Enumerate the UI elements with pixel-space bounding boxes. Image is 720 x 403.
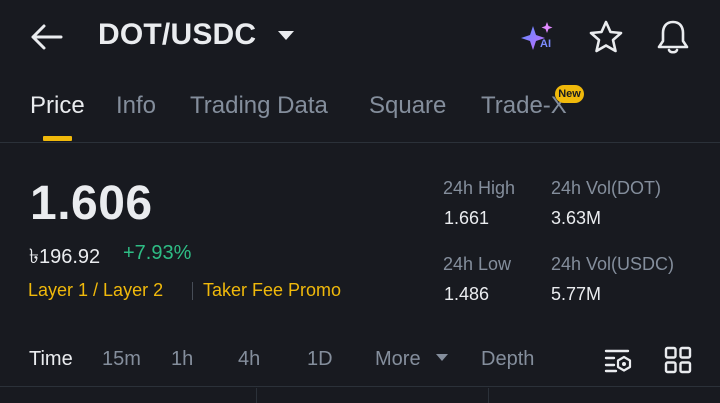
high-label: 24h High [443, 178, 516, 198]
price-change-percent: +7.93% [123, 242, 192, 264]
trading-pair-title[interactable]: DOT/USDC [98, 18, 256, 52]
indicator-settings-icon[interactable] [604, 346, 634, 374]
vol-quote-value: 5.77M [551, 284, 602, 304]
low-value: 1.486 [444, 284, 490, 304]
tab-15m[interactable]: 15m [102, 348, 141, 371]
grid-layout-icon[interactable] [664, 346, 692, 374]
tag-fee-promo[interactable]: Taker Fee Promo [203, 280, 341, 301]
chart-column-divider [488, 388, 489, 403]
ai-label: AI [540, 38, 551, 50]
tab-depth[interactable]: Depth [481, 348, 534, 371]
vol-quote-label: 24h Vol(USDC) [551, 254, 675, 274]
low-label: 24h Low [443, 254, 512, 274]
back-arrow-icon[interactable] [30, 22, 64, 52]
tab-trade-x[interactable]: Trade-X [481, 92, 567, 120]
high-value: 1.661 [444, 208, 490, 228]
tab-1d[interactable]: 1D [307, 348, 333, 371]
bell-icon[interactable] [654, 18, 692, 56]
tab-4h[interactable]: 4h [238, 348, 260, 371]
detail-tabs: Price Info Trading Data Square Trade-X [0, 80, 720, 142]
star-icon[interactable] [588, 19, 624, 55]
tab-1h[interactable]: 1h [171, 348, 193, 371]
tab-square[interactable]: Square [369, 92, 446, 120]
tab-price[interactable]: Price [30, 92, 85, 120]
more-caret-icon[interactable] [436, 354, 448, 361]
header: DOT/USDC AI [0, 0, 720, 76]
caret-down-icon[interactable] [278, 31, 294, 40]
active-tab-indicator [43, 136, 72, 141]
new-badge: New [555, 85, 584, 103]
chart-column-divider [256, 388, 257, 403]
chart-top-border [0, 386, 720, 387]
tag-separator [192, 282, 193, 300]
vol-base-label: 24h Vol(DOT) [551, 178, 662, 198]
tag-layer[interactable]: Layer 1 / Layer 2 [28, 280, 163, 301]
divider [0, 142, 720, 143]
fiat-price: ৳196.92 [29, 246, 101, 268]
vol-base-value: 3.63M [551, 208, 602, 228]
tab-time[interactable]: Time [29, 348, 73, 371]
tab-more[interactable]: More [375, 348, 421, 371]
tab-trading-data[interactable]: Trading Data [190, 92, 328, 120]
tab-info[interactable]: Info [116, 92, 156, 120]
last-price: 1.606 [30, 177, 153, 230]
